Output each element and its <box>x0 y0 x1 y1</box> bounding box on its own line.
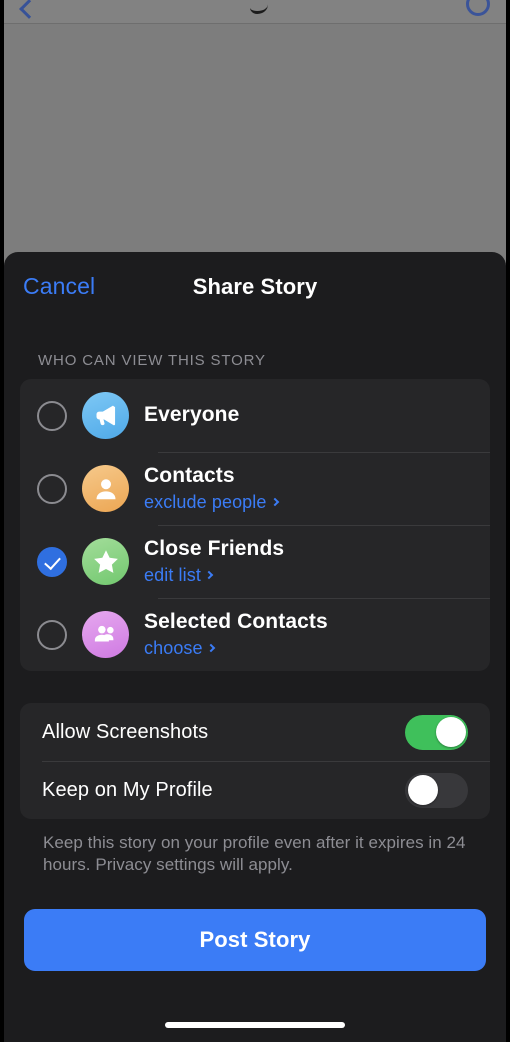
chevron-right-icon <box>204 570 214 580</box>
choose-link-label: choose <box>144 637 203 658</box>
audience-options-card: Everyone Contacts exclude people Close F… <box>20 379 490 671</box>
background-arc-decoration <box>250 0 268 14</box>
star-icon <box>82 538 129 585</box>
radio-contacts[interactable] <box>37 473 67 504</box>
audience-option-close-friends-text: Close Friends edit list <box>144 537 284 585</box>
sheet-header: Cancel Share Story <box>4 252 506 324</box>
audience-option-everyone-text: Everyone <box>144 403 239 427</box>
audience-option-selected-contacts[interactable]: Selected Contacts choose <box>20 598 490 671</box>
radio-selected-contacts[interactable] <box>37 619 67 650</box>
page-title: Share Story <box>192 274 318 299</box>
radio-close-friends[interactable] <box>37 546 67 577</box>
setting-label: Allow Screenshots <box>42 720 209 743</box>
chevron-right-icon <box>270 497 279 507</box>
setting-label: Keep on My Profile <box>42 778 213 801</box>
toggle-keep-on-my-profile[interactable] <box>405 772 468 808</box>
home-indicator[interactable] <box>165 1022 345 1028</box>
story-settings-card: Allow Screenshots Keep on My Profile <box>20 703 490 819</box>
toggle-knob <box>407 775 438 805</box>
edit-list-link-label: edit list <box>144 564 201 585</box>
person-icon <box>82 465 129 512</box>
background-top-bar <box>4 0 506 24</box>
post-story-button[interactable]: Post Story <box>24 909 486 972</box>
audience-option-everyone[interactable]: Everyone <box>20 379 490 452</box>
exclude-people-link-label: exclude people <box>144 491 267 512</box>
setting-row-allow-screenshots[interactable]: Allow Screenshots <box>20 703 490 761</box>
setting-row-keep-on-my-profile[interactable]: Keep on My Profile <box>20 761 490 819</box>
radio-everyone[interactable] <box>37 400 67 431</box>
chevron-right-icon <box>206 643 215 653</box>
section-header-who-can-view: WHO CAN VIEW THIS STORY <box>38 352 266 369</box>
audience-option-contacts[interactable]: Contacts exclude people <box>20 452 490 525</box>
people-group-icon <box>82 611 129 658</box>
audience-option-close-friends[interactable]: Close Friends edit list <box>20 525 490 598</box>
option-title: Everyone <box>144 403 240 427</box>
megaphone-icon <box>82 392 129 439</box>
toggle-knob <box>435 717 466 747</box>
share-story-sheet: Cancel Share Story WHO CAN VIEW THIS STO… <box>4 252 506 1042</box>
option-title: Selected Contacts <box>144 610 328 634</box>
option-title: Contacts <box>144 464 235 488</box>
settings-footnote: Keep this story on your profile even aft… <box>43 833 466 875</box>
choose-link[interactable]: choose <box>144 638 328 659</box>
option-title: Close Friends <box>144 537 285 561</box>
exclude-people-link[interactable]: exclude people <box>144 491 279 513</box>
audience-option-contacts-text: Contacts exclude people <box>144 464 279 513</box>
edit-list-link[interactable]: edit list <box>144 565 284 586</box>
background-circle-icon <box>466 0 490 16</box>
phone-screen: Cancel Share Story WHO CAN VIEW THIS STO… <box>0 0 510 1042</box>
toggle-allow-screenshots[interactable] <box>405 714 468 750</box>
back-chevron-icon <box>19 0 39 19</box>
audience-option-selected-contacts-text: Selected Contacts choose <box>144 610 328 658</box>
